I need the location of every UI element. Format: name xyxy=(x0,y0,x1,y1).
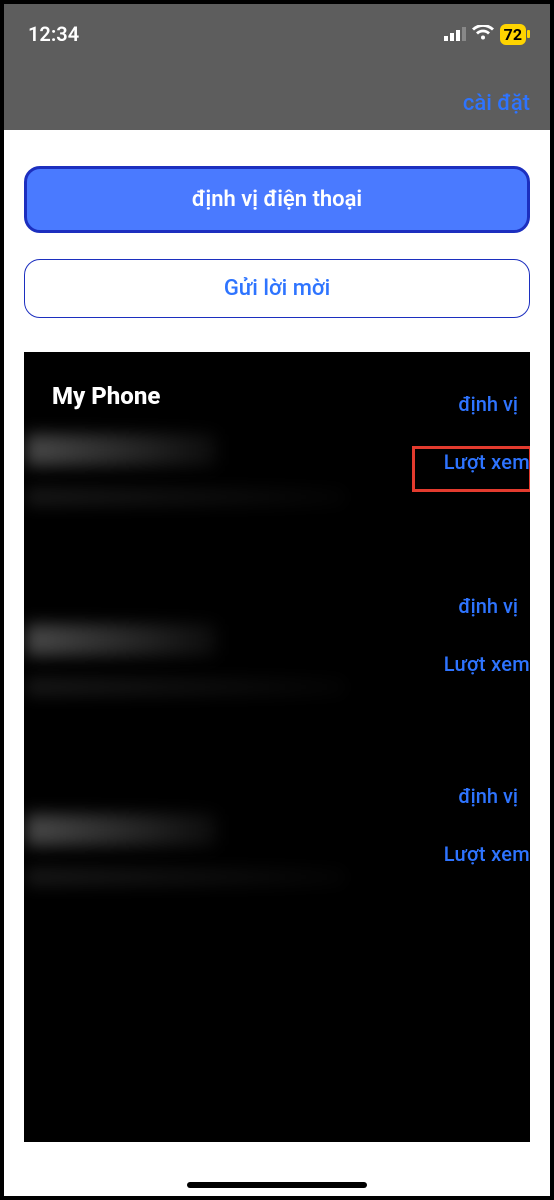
device-row: định vị Lượt xem xyxy=(24,618,530,768)
locate-phone-button[interactable]: định vị điện thoại xyxy=(24,166,530,233)
status-right: 72 xyxy=(444,22,526,46)
views-link[interactable]: Lượt xem xyxy=(410,842,530,866)
status-time: 12:34 xyxy=(28,22,79,46)
status-bar: 12:34 72 xyxy=(4,4,550,54)
views-link[interactable]: Lượt xem xyxy=(410,450,530,474)
locate-link[interactable]: định vị xyxy=(410,784,530,808)
cellular-signal-icon xyxy=(444,22,466,46)
settings-link[interactable]: cài đặt xyxy=(463,91,530,116)
battery-indicator: 72 xyxy=(500,24,526,45)
device-row: định vị Lượt xem xyxy=(24,808,530,958)
actions-area: định vị điện thoại Gửi lời mời xyxy=(4,130,550,338)
locate-link[interactable]: định vị xyxy=(410,594,530,618)
wifi-icon xyxy=(472,22,494,46)
home-indicator[interactable] xyxy=(187,1182,367,1188)
locate-link[interactable]: định vị xyxy=(410,392,530,416)
views-link[interactable]: Lượt xem xyxy=(410,652,530,676)
send-invite-button[interactable]: Gửi lời mời xyxy=(24,259,530,318)
device-actions: định vị Lượt xem xyxy=(410,428,530,474)
device-actions: định vị Lượt xem xyxy=(410,808,530,866)
devices-panel: My Phone định vị Lượt xem xyxy=(24,352,530,1142)
device-row: định vị Lượt xem xyxy=(24,428,530,578)
device-info-redacted xyxy=(24,618,410,696)
panel-title: My Phone xyxy=(24,352,530,428)
device-actions: định vị Lượt xem xyxy=(410,618,530,676)
device-info-redacted xyxy=(24,808,410,886)
navigation-bar: 12:34 72 cài đặt xyxy=(4,4,550,130)
app-frame: 12:34 72 cài đặt định vị điện thoại Gửi … xyxy=(0,0,554,1200)
device-info-redacted xyxy=(24,428,410,506)
